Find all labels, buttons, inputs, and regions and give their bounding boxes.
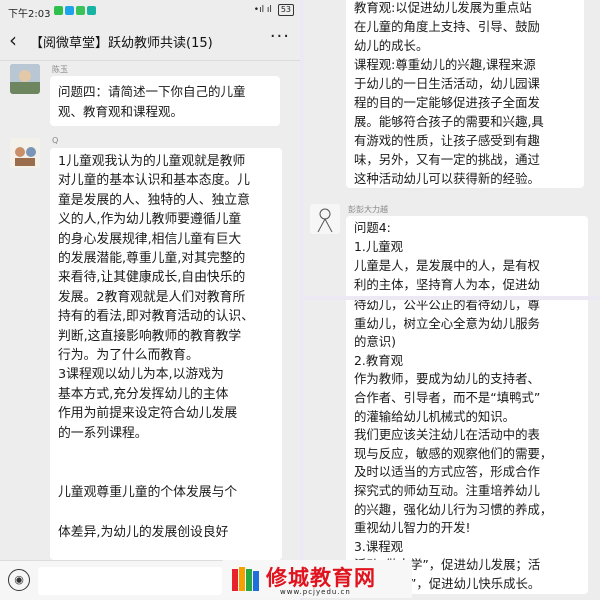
message-line: 重幼儿，树立全心全意为幼儿服务: [354, 315, 540, 331]
back-button[interactable]: ‹: [9, 28, 17, 52]
message-line: 的灌输给幼儿机械式的知识。: [354, 408, 516, 424]
message-line: 发展。2教育观就是人们对教育所: [58, 289, 246, 305]
message-line: 儿童观尊重儿童的个体发展与个: [58, 485, 238, 501]
chat-header: ‹ 【阅微草堂】跃幼教师共读(15) ···: [0, 22, 300, 61]
qq-app-icon: [65, 5, 74, 15]
message-line: 对儿童的基本认识和基本态度。儿: [58, 173, 250, 189]
site-watermark: 修城教育网 www.pcjyedu.cn: [222, 560, 412, 598]
more-options-button[interactable]: ···: [270, 26, 290, 47]
status-time: 下午2:03: [8, 9, 51, 20]
message-line: 我们更应该关注幼儿在活动中的表: [354, 427, 540, 443]
message-line: 展。能够符合孩子的需要和兴趣,具: [354, 114, 544, 129]
message-line: 程的目的一定能够促进孩子全面发: [354, 95, 540, 110]
notification-icons: [54, 5, 98, 16]
chat-panel-right-top: 教育观:以促进幼儿发展为重点站 在儿童的角度上支持、引导、鼓励 幼儿的成长。课程观:…: [304, 0, 600, 296]
watermark-url: www.pcjyedu.cn: [280, 588, 351, 596]
message-line: 义的人,作为幼儿教师要遵循儿童: [58, 212, 242, 228]
message-line: 判断,这直接影响教师的教育教学: [58, 328, 242, 344]
sender-name: 陈玉: [52, 65, 68, 74]
sender-name: 彭彭大力越: [348, 205, 388, 214]
message-line: 这种活动幼儿可以获得新的经验。: [354, 171, 540, 186]
message-line: [58, 542, 274, 562]
book-logo-icon: [232, 567, 259, 591]
message-line: 的身心发展规律,相信儿童有巨大: [58, 231, 242, 247]
message-bubble[interactable]: 待幼儿，公平公正的看待幼儿，尊重幼儿，树立全心全意为幼儿服务 的意识) 2.教育观作…: [346, 300, 588, 594]
message-line: 幼儿的成长。: [354, 38, 429, 53]
message-line: 1.儿童观: [354, 239, 403, 254]
status-indicators: •ıl ıl 53: [254, 4, 294, 16]
message-line: 在儿童的角度上支持、引导、鼓励: [354, 19, 540, 34]
avatar[interactable]: [310, 204, 340, 234]
message-line: [58, 443, 274, 463]
message-line: 2.教育观: [354, 352, 403, 368]
message-line: 持有的看法,即对教育活动的认识、: [58, 309, 255, 325]
message-line: 的兴趣，强化幼儿行为习惯的养成，: [354, 501, 553, 517]
message-line: 及时以适当的方式应答，形成合作: [354, 464, 540, 480]
message-line: 重视幼儿智力的开发!: [354, 520, 471, 536]
message-line: 1儿童观我认为的儿童观就是教师: [58, 154, 246, 169]
chat-panel-right-bottom: 待幼儿，公平公正的看待幼儿，尊重幼儿，树立全心全意为幼儿服务 的意识) 2.教育观作…: [304, 300, 600, 600]
app-icon: [87, 5, 96, 15]
message-line: 行为。为了什么而教育。: [58, 348, 199, 364]
avatar-photo-icon: [10, 64, 40, 94]
message-line: 体差异,为幼儿的发展创设良好: [58, 524, 229, 540]
message-line: 于幼儿的一日生活活动，幼儿园课: [354, 76, 540, 91]
sender-name: Q: [52, 136, 59, 145]
message-line: [58, 463, 274, 483]
chat-title: 【阅微草堂】跃幼教师共读(15): [30, 36, 213, 51]
avatar-sketch-icon: [310, 204, 340, 234]
message-line: 合作者、引导者，而不是“填鸭式”: [354, 389, 541, 405]
message-app-icon: [76, 5, 85, 15]
status-bar: 下午2:03 •ıl ıl 53: [0, 0, 300, 22]
message-line: 来看待,让其健康成长,自由快乐的: [58, 270, 246, 286]
avatar[interactable]: [10, 64, 40, 94]
message-line: 儿童是人，是发展中的人，是有权: [354, 258, 540, 273]
message-line: 教育观:以促进幼儿发展为重点站: [354, 0, 532, 15]
message-line: 基本方式,充分发挥幼儿的主体: [58, 386, 229, 402]
avatar-cartoon-icon: [10, 138, 40, 168]
message-line: 味，另外，又有一定的挑战，通过: [354, 152, 540, 167]
message-line: 的一系列课程。: [58, 425, 148, 441]
message-line: 利的主体，坚持育人为本，促进幼: [354, 277, 540, 292]
message-line: 作用为前提来设定符合幼儿发展: [58, 406, 238, 422]
voice-input-icon[interactable]: ◉: [8, 569, 30, 591]
message-line: 的意识): [354, 334, 397, 350]
message-line: 问题四：请简述一下你自己的儿童: [58, 84, 246, 99]
message-line: 3课程观以幼儿为本,以游戏为: [58, 367, 224, 383]
message-line: 有游戏的性质，让孩子感受到有趣: [354, 133, 540, 148]
signal-icon: •ıl ıl: [253, 5, 272, 15]
message-line: 问题4:: [354, 220, 391, 235]
message-line: 的发展潜能,尊重儿童,对其完整的: [58, 251, 246, 267]
battery-icon: 53: [277, 4, 294, 16]
message-input[interactable]: [38, 567, 222, 595]
message-line: 观、教育观和课程观。: [58, 104, 184, 119]
message-line: 童是发展的人、独特的人、独立意: [58, 192, 250, 208]
message-line: 待幼儿，公平公正的看待幼儿，尊: [354, 300, 540, 312]
avatar[interactable]: [10, 138, 40, 168]
message-bubble[interactable]: 1儿童观我认为的儿童观就是教师 对儿童的基本认识和基本态度。儿 童是发展的人、独特的…: [50, 148, 282, 579]
message-bubble[interactable]: 教育观:以促进幼儿发展为重点站 在儿童的角度上支持、引导、鼓励 幼儿的成长。课程观:…: [346, 0, 584, 188]
message-line: 现与反应，敏感的观察他们的需要，: [354, 445, 553, 461]
message-line: [58, 503, 274, 523]
message-line: 探究式的师幼互动。注重培养幼儿: [354, 482, 540, 498]
wechat-app-icon: [54, 5, 63, 15]
chat-panel-left: 下午2:03 •ıl ıl 53 ‹ 【阅微草堂】跃幼教师共读(15) ··· …: [0, 0, 300, 600]
message-bubble[interactable]: 问题4: 1.儿童观儿童是人，是发展中的人，是有权 利的主体，坚持育人为本，促进幼: [346, 216, 588, 296]
message-line: 作为教师，要成为幼儿的支持者、: [354, 371, 540, 387]
message-bubble[interactable]: 问题四：请简述一下你自己的儿童 观、教育观和课程观。: [50, 76, 280, 126]
message-line: 课程观:尊重幼儿的兴趣,课程来源: [354, 57, 536, 72]
message-line: 3.课程观: [354, 538, 403, 554]
